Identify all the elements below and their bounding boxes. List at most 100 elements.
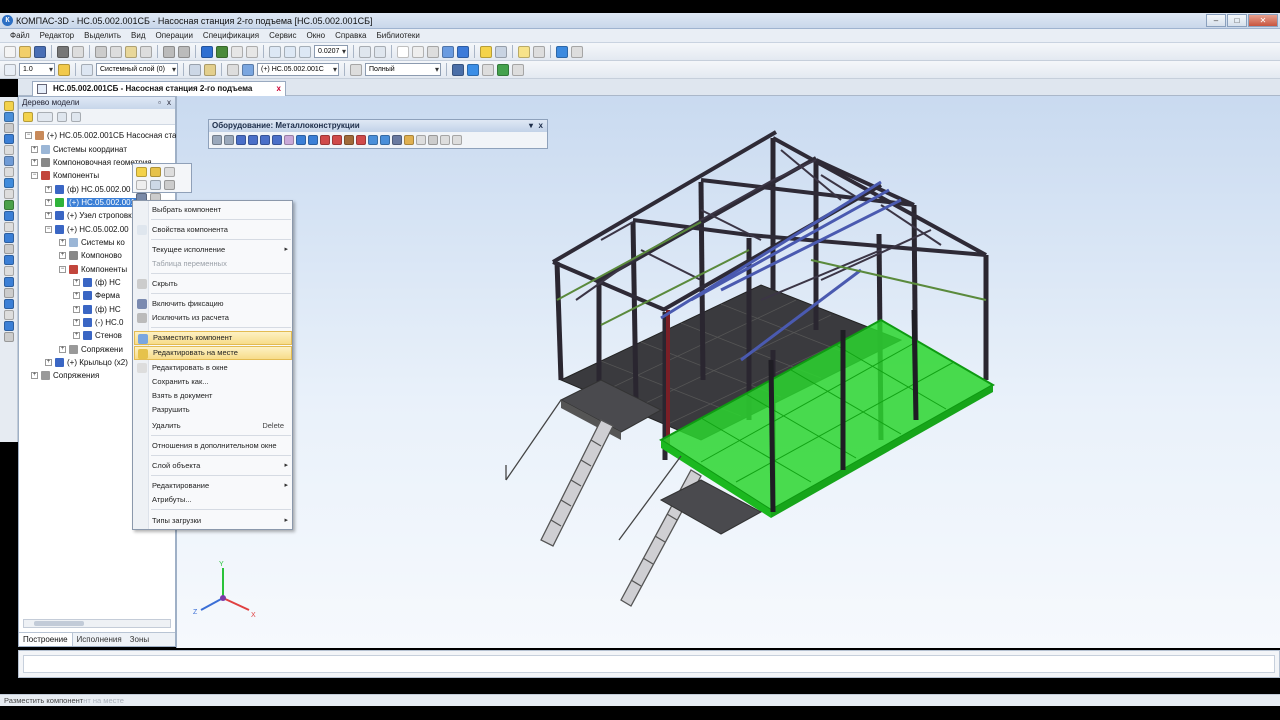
format-icon[interactable]: [140, 45, 152, 58]
copy-icon[interactable]: [110, 45, 122, 58]
display-mode-combo[interactable]: Полный: [365, 63, 441, 76]
filter-icon[interactable]: [480, 45, 492, 58]
spec-panel-icon[interactable]: [3, 222, 14, 232]
tab-zones[interactable]: Зоны: [126, 633, 153, 646]
preview-icon[interactable]: [72, 45, 84, 58]
assembly-panel-icon[interactable]: [3, 145, 14, 155]
menu-item-edit-in-place[interactable]: Редактировать на месте: [134, 346, 292, 360]
menu-item-select-component[interactable]: Выбрать компонент: [134, 203, 292, 217]
orient-icon[interactable]: [189, 63, 201, 76]
save-icon[interactable]: [34, 45, 46, 58]
tree-horizontal-scrollbar[interactable]: [23, 619, 171, 628]
menu-item-current-version[interactable]: Текущее исполнение ▸: [134, 243, 292, 257]
menu-libraries[interactable]: Библиотеки: [376, 31, 419, 40]
beam-3-icon[interactable]: [260, 135, 270, 145]
cut-profile-icon[interactable]: [320, 135, 330, 145]
menu-item-exclude-from-calculation[interactable]: Исключить из расчета: [134, 311, 292, 325]
component-select-icon[interactable]: [242, 63, 254, 76]
tree-node-sub-layout[interactable]: + Компоново: [59, 249, 122, 262]
pipe-panel-icon[interactable]: [3, 277, 14, 287]
shaded-icon[interactable]: [442, 45, 454, 58]
pin-icon[interactable]: ▫: [158, 97, 161, 109]
table-icon[interactable]: [416, 135, 426, 145]
profile-icon[interactable]: [224, 135, 234, 145]
tree-node-sub-coordinate-systems[interactable]: + Системы ко: [59, 236, 125, 249]
manager-icon[interactable]: [201, 45, 213, 58]
tab-build[interactable]: Построение: [19, 633, 73, 646]
fx-icon[interactable]: [231, 45, 243, 58]
menu-item-destroy[interactable]: Разрушить: [134, 403, 292, 417]
edit-icon[interactable]: [204, 63, 216, 76]
joint-icon[interactable]: [344, 135, 354, 145]
report-panel-icon[interactable]: [3, 233, 14, 243]
edit-window-icon[interactable]: [164, 167, 175, 177]
properties-icon[interactable]: [136, 180, 147, 190]
zoom-out-icon[interactable]: [299, 45, 311, 58]
library-icon[interactable]: [533, 45, 545, 58]
edit-component-icon[interactable]: [136, 167, 147, 177]
appearance-icon[interactable]: [452, 63, 464, 76]
tree-node-mates[interactable]: + Сопряжения: [31, 369, 99, 382]
geometry-panel-icon[interactable]: [3, 112, 14, 122]
menu-item-enable-fixation[interactable]: Включить фиксацию: [134, 297, 292, 311]
coord-icon[interactable]: [227, 63, 239, 76]
tree-node-porch[interactable]: + (+) Крыльцо (x2): [45, 356, 128, 369]
maximize-button[interactable]: □: [1227, 14, 1247, 27]
menu-item-object-layer[interactable]: Слой объекта ▸: [134, 459, 292, 473]
tree-node-wall[interactable]: + Стенов: [73, 329, 122, 342]
tree-split-icon[interactable]: [57, 111, 67, 122]
snap-icon[interactable]: [58, 63, 70, 76]
array-panel-icon[interactable]: [3, 167, 14, 177]
tree-node-component-1[interactable]: + (ф) НС.05.002.00: [45, 183, 131, 196]
surface-panel-icon[interactable]: [3, 156, 14, 166]
panel-dropdown-icon[interactable]: ▾: [529, 120, 533, 132]
grating-icon[interactable]: [404, 135, 414, 145]
network-icon[interactable]: [556, 45, 568, 58]
paste-icon[interactable]: [125, 45, 137, 58]
tree-node-sub-component-1[interactable]: + (ф) НС: [73, 276, 121, 289]
tree-node-sub-components[interactable]: − Компоненты: [59, 263, 127, 276]
thin-lines-icon[interactable]: [427, 45, 439, 58]
detail-panel-icon[interactable]: [3, 134, 14, 144]
rotate-icon[interactable]: [359, 45, 371, 58]
menu-specification[interactable]: Спецификация: [203, 31, 259, 40]
zoom-in-icon[interactable]: [284, 45, 296, 58]
plate-icon[interactable]: [296, 135, 306, 145]
cable-panel-icon[interactable]: [3, 288, 14, 298]
redo-icon[interactable]: [178, 45, 190, 58]
tree-order-icon[interactable]: [23, 111, 33, 122]
menu-item-load-types[interactable]: Типы загрузки ▸: [134, 514, 292, 528]
green-tool-icon[interactable]: [497, 63, 509, 76]
railing-icon[interactable]: [380, 135, 390, 145]
menu-file[interactable]: Файл: [10, 31, 30, 40]
equipment-panel-title-bar[interactable]: Оборудование: Металлоконструкции ▾ x: [209, 120, 547, 132]
menu-item-hide[interactable]: Скрыть: [134, 277, 292, 291]
tree-filter-icon[interactable]: [71, 111, 81, 122]
settings-icon[interactable]: [571, 45, 583, 58]
menu-item-save-as[interactable]: Сохранить как...: [134, 375, 292, 389]
menu-item-delete[interactable]: Удалить Delete: [134, 419, 292, 433]
step-cursor-icon[interactable]: [4, 63, 16, 76]
layer-icon[interactable]: [81, 63, 93, 76]
tree-node-sub-component-2[interactable]: + (ф) НС: [73, 303, 121, 316]
variables-icon[interactable]: [216, 45, 228, 58]
element-panel-icon[interactable]: [3, 244, 14, 254]
selection-filter-icon[interactable]: [495, 45, 507, 58]
new-document-icon[interactable]: [4, 45, 16, 58]
minimize-button[interactable]: –: [1206, 14, 1226, 27]
tree-node-subassembly[interactable]: − (+) НС.05.002.00: [45, 223, 129, 236]
close-tree-icon[interactable]: x: [167, 97, 171, 109]
help-pointer-icon[interactable]: [246, 45, 258, 58]
tree-node-sub-component-3[interactable]: + (-) НС.0: [73, 316, 123, 329]
dimension-panel-icon[interactable]: [3, 189, 14, 199]
weld-icon[interactable]: [356, 135, 366, 145]
zoom-frame-icon[interactable]: [269, 45, 281, 58]
layer-combo[interactable]: Системный слой (0): [96, 63, 178, 76]
menu-view[interactable]: Вид: [131, 31, 145, 40]
section-icon[interactable]: [482, 63, 494, 76]
menu-editor[interactable]: Редактор: [40, 31, 74, 40]
menu-item-editing[interactable]: Редактирование ▸: [134, 479, 292, 493]
library-panel-icon[interactable]: [3, 255, 14, 265]
edit-panel-icon[interactable]: [3, 101, 14, 111]
equipment-panel-icon[interactable]: [3, 299, 14, 309]
